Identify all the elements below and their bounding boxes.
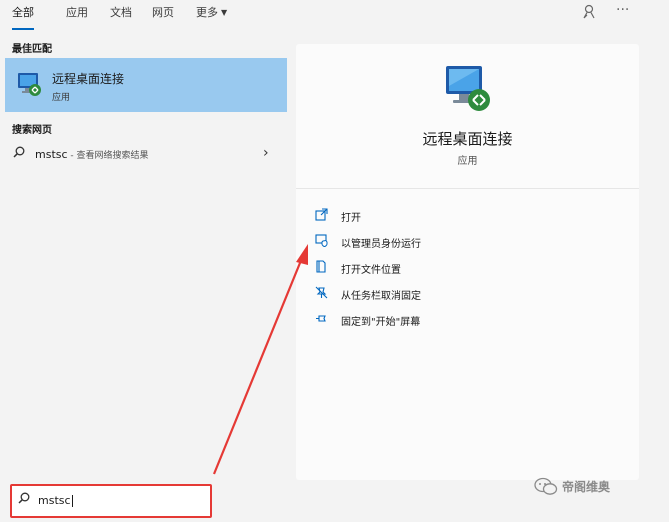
tab-apps[interactable]: 应用 [66,6,88,24]
shield-run-icon [314,234,328,248]
search-input[interactable]: mstsc [10,484,212,518]
caret-down-icon: ▼ [221,8,228,17]
action-label: 从任务栏取消固定 [341,291,421,302]
action-label: 打开 [341,213,361,224]
best-match-item[interactable]: 远程桌面连接 应用 [5,58,287,112]
remote-desktop-large-icon [446,66,490,111]
text-cursor [71,495,73,507]
search-icon [18,492,30,508]
pin-icon [314,312,328,326]
best-match-title: 远程桌面连接 [52,72,125,86]
remote-desktop-icon [18,73,41,96]
web-search-result[interactable]: mstsc - 查看网络搜索结果 › [5,142,287,168]
web-hint-text: - 查看网络搜索结果 [67,151,149,161]
action-pin-start[interactable]: 固定到"开始"屏幕 [314,310,574,332]
folder-icon [314,260,328,274]
action-label: 打开文件位置 [341,265,401,276]
tab-all[interactable]: 全部 [12,6,34,30]
search-icon [13,146,25,162]
tab-web[interactable]: 网页 [152,6,174,24]
feedback-icon[interactable] [582,4,596,24]
unpin-icon [314,286,328,300]
search-tab-bar: 全部 应用 文档 网页 更多 ▼ ··· [0,0,669,32]
action-label: 以管理员身份运行 [341,239,421,250]
web-search-header: 搜索网页 [12,125,52,136]
watermark-text: 帝阁维奥 [562,480,611,494]
web-query-text: mstsc [35,148,68,161]
best-match-subtitle: 应用 [52,93,71,103]
app-title: 远程桌面连接 [422,130,513,148]
action-label: 固定到"开始"屏幕 [341,317,421,328]
tab-more[interactable]: 更多 ▼ [196,6,227,24]
more-options-icon[interactable]: ··· [616,2,629,18]
search-input-value: mstsc [38,494,71,507]
open-icon [314,208,328,222]
action-unpin-taskbar[interactable]: 从任务栏取消固定 [314,284,574,306]
watermark: 帝阁维奥 [534,473,644,499]
action-open[interactable]: 打开 [314,206,574,228]
wechat-icon [534,477,558,495]
action-run-as-admin[interactable]: 以管理员身份运行 [314,232,574,254]
app-type: 应用 [457,156,478,167]
detail-pane: 远程桌面连接 应用 打开 以管理员身份运行 打开文件位置 从任务栏取消固定 固定… [296,44,639,480]
best-match-header: 最佳匹配 [12,44,52,55]
tab-documents[interactable]: 文档 [110,6,132,24]
divider [296,188,639,189]
action-open-file-location[interactable]: 打开文件位置 [314,258,574,280]
chevron-right-icon[interactable]: › [263,145,269,161]
